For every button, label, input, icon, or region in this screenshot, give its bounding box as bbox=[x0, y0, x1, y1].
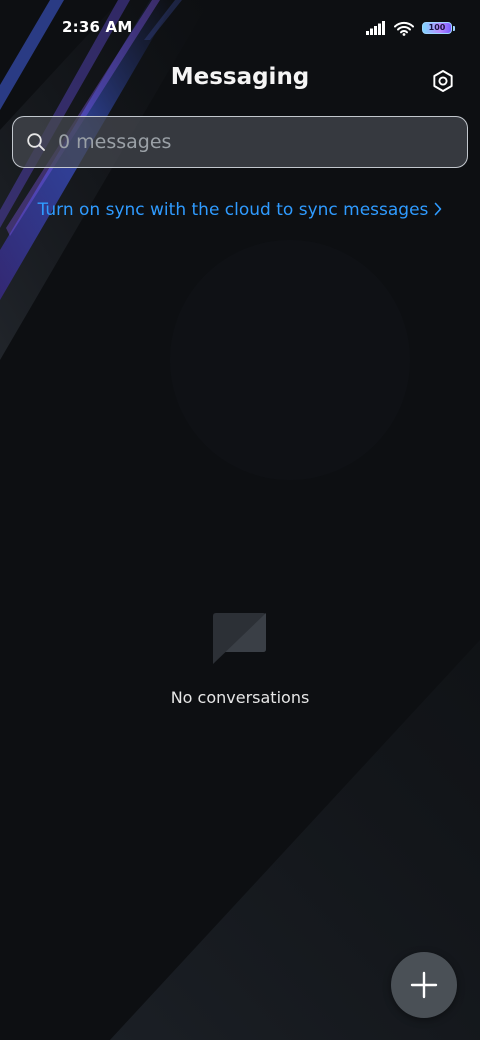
empty-state-message: No conversations bbox=[170, 688, 310, 707]
status-icons: 100 bbox=[366, 18, 455, 38]
plus-icon bbox=[410, 971, 438, 999]
battery-icon: 100 bbox=[422, 22, 455, 34]
wifi-icon bbox=[394, 21, 414, 36]
messaging-screen: 2:36 AM 100 Messaging 0 messages Turn on… bbox=[0, 0, 480, 1040]
status-time: 2:36 AM bbox=[62, 18, 133, 36]
search-bar[interactable] bbox=[12, 116, 468, 168]
settings-button[interactable] bbox=[426, 64, 460, 98]
search-icon bbox=[27, 133, 45, 151]
battery-level: 100 bbox=[428, 23, 446, 32]
new-message-button[interactable] bbox=[391, 952, 457, 1018]
gear-icon bbox=[433, 70, 453, 92]
search-input[interactable] bbox=[58, 125, 448, 159]
signal-icon bbox=[366, 21, 385, 35]
cloud-sync-link[interactable]: Turn on sync with the cloud to sync mess… bbox=[0, 200, 480, 220]
page-title: Messaging bbox=[170, 64, 310, 90]
chevron-right-icon bbox=[435, 202, 442, 216]
status-bar: 2:36 AM 100 bbox=[0, 0, 480, 56]
cloud-sync-label: Turn on sync with the cloud to sync mess… bbox=[37, 200, 429, 220]
chat-bubble-icon bbox=[213, 613, 266, 664]
